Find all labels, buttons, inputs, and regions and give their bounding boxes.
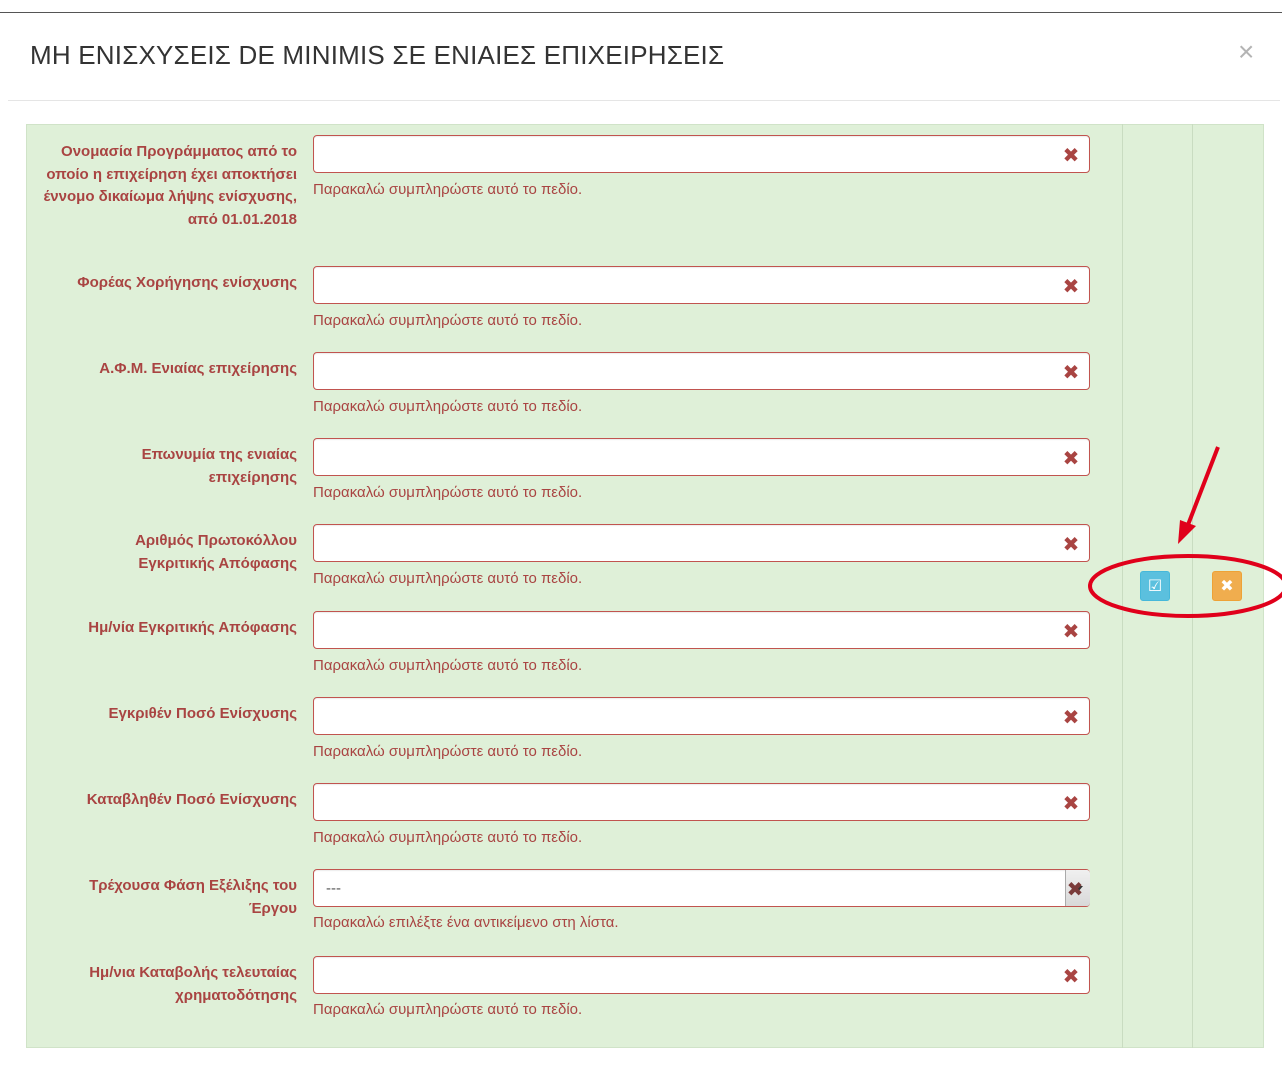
project-phase-select[interactable]: ---	[313, 869, 1090, 907]
column-divider	[1122, 124, 1123, 1048]
save-row-button[interactable]: ☑	[1140, 571, 1170, 601]
clear-icon[interactable]: ✖	[1066, 880, 1084, 900]
help-text: Παρακαλώ συμπληρώστε αυτό το πεδίο.	[313, 484, 583, 501]
clear-icon[interactable]: ✖	[1062, 622, 1080, 642]
paid-amount-input[interactable]	[313, 783, 1090, 821]
approved-amount-input[interactable]	[313, 697, 1090, 735]
select-value: ---	[326, 879, 341, 897]
approved-amount-label: Εγκριθέν Ποσό Ενίσχυσης	[108, 705, 298, 722]
help-text: Παρακαλώ συμπληρώστε αυτό το πεδίο.	[313, 657, 583, 674]
help-text: Παρακαλώ συμπληρώστε αυτό το πεδίο.	[313, 398, 583, 415]
help-text: Παρακαλώ συμπληρώστε αυτό το πεδίο.	[313, 181, 583, 198]
help-text: Παρακαλώ συμπληρώστε αυτό το πεδίο.	[313, 829, 583, 846]
tax-id-input[interactable]	[313, 352, 1090, 390]
program-name-input[interactable]	[313, 135, 1090, 173]
paid-amount-label: Καταβληθέν Ποσό Ενίσχυσης	[86, 791, 297, 808]
cancel-row-button[interactable]: ✖	[1212, 571, 1242, 601]
clear-icon[interactable]: ✖	[1062, 449, 1080, 469]
decision-date-label: Ημ/νία Εγκριτικής Απόφασης	[88, 619, 297, 636]
protocol-number-input[interactable]	[313, 524, 1090, 562]
clear-icon[interactable]: ✖	[1062, 146, 1080, 166]
project-phase-label: Τρέχουσα Φάση Εξέλιξης του Έργου	[89, 877, 297, 917]
clear-icon[interactable]: ✖	[1062, 967, 1080, 987]
granting-body-label: Φορέας Χορήγησης ενίσχυσης	[77, 274, 297, 291]
help-text: Παρακαλώ συμπληρώστε αυτό το πεδίο.	[313, 1001, 583, 1018]
clear-icon[interactable]: ✖	[1062, 708, 1080, 728]
program-name-label: Ονομασία Προγράμματος από το οποίο η επι…	[43, 143, 297, 228]
clear-icon[interactable]: ✖	[1062, 277, 1080, 297]
close-icon[interactable]: ×	[1238, 38, 1254, 66]
column-divider	[1192, 124, 1193, 1048]
last-payment-date-input[interactable]	[313, 956, 1090, 994]
clear-icon[interactable]: ✖	[1062, 794, 1080, 814]
decision-date-input[interactable]	[313, 611, 1090, 649]
clear-icon[interactable]: ✖	[1062, 363, 1080, 383]
header-divider	[8, 100, 1280, 101]
granting-body-input[interactable]	[313, 266, 1090, 304]
check-square-icon: ☑	[1147, 578, 1163, 595]
protocol-number-label: Αριθμός Πρωτοκόλλου Εγκριτικής Απόφασης	[135, 532, 297, 572]
times-icon: ✖	[1220, 578, 1234, 595]
company-name-input[interactable]	[313, 438, 1090, 476]
help-text: Παρακαλώ συμπληρώστε αυτό το πεδίο.	[313, 743, 583, 760]
tax-id-label: Α.Φ.Μ. Ενιαίας επιχείρησης	[99, 360, 297, 377]
help-text: Παρακαλώ συμπληρώστε αυτό το πεδίο.	[313, 312, 583, 329]
clear-icon[interactable]: ✖	[1062, 535, 1080, 555]
help-text: Παρακαλώ επιλέξτε ένα αντικείμενο στη λί…	[313, 914, 619, 931]
last-payment-date-label: Ημ/νια Καταβολής τελευταίας χρηματοδότησ…	[89, 964, 297, 1004]
company-name-label: Επωνυμία της ενιαίας επιχείρησης	[141, 446, 297, 486]
window-top-border	[0, 12, 1282, 13]
help-text: Παρακαλώ συμπληρώστε αυτό το πεδίο.	[313, 570, 583, 587]
modal-title: ΜΗ ΕΝΙΣΧΥΣΕΙΣ DE MINIMIS ΣΕ ΕΝΙΑΙΕΣ ΕΠΙΧ…	[30, 40, 725, 70]
